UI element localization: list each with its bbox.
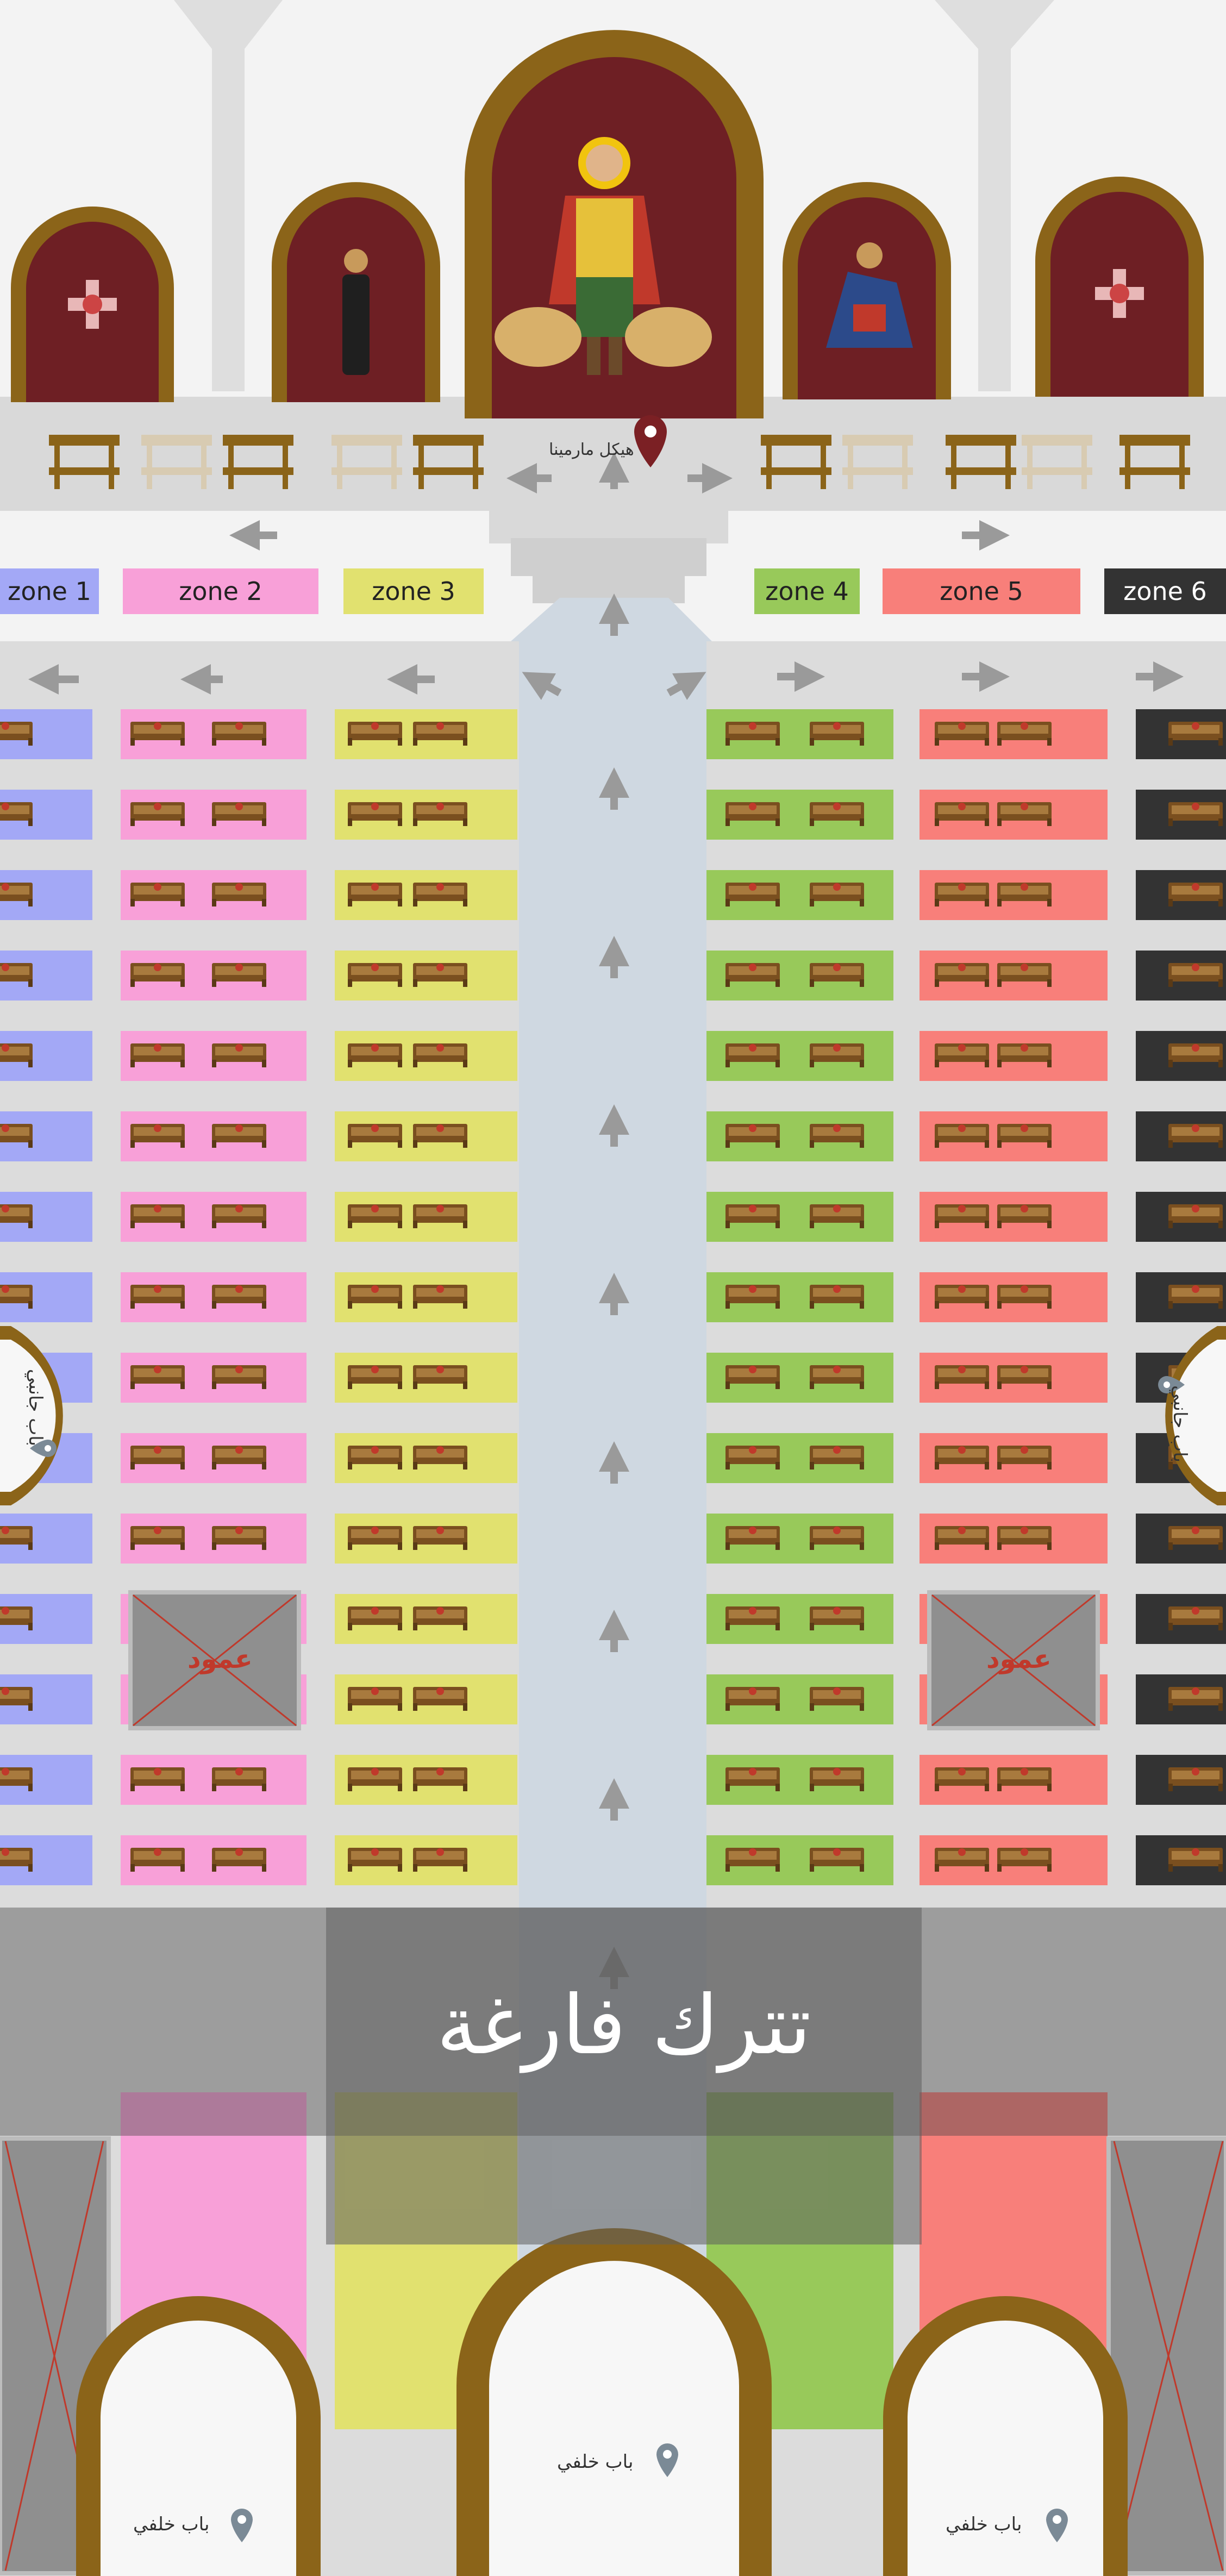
pillar-right-label: عمود (986, 1644, 1052, 1674)
back-door-center (456, 2228, 772, 2576)
altar-label: هيكل مارمينا (549, 440, 634, 459)
icon-arch-1 (11, 207, 174, 402)
back-door-right-label: باب خلفي (946, 2514, 1022, 2535)
back-door-center-label: باب خلفي (557, 2451, 634, 2473)
zone-label-6: zone 6 (1104, 568, 1226, 614)
zone-label-3: zone 3 (343, 568, 484, 614)
back-door-left-label: باب خلفي (133, 2514, 210, 2535)
zone-label-4: zone 4 (754, 568, 860, 614)
zone-label-5: zone 5 (883, 568, 1080, 614)
pillar-left-label: عمود (187, 1644, 253, 1674)
zone-label-2: zone 2 (123, 568, 318, 614)
zone-label-1: zone 1 (0, 568, 99, 614)
icon-arch-center (465, 30, 764, 419)
empty-rows-overlay (326, 1908, 922, 2244)
side-door-right-label: باب جانبي (1169, 1385, 1191, 1463)
side-door-left-label: باب جانبي (24, 1368, 47, 1447)
icon-arch-2 (272, 182, 440, 402)
icon-arch-4 (783, 182, 951, 399)
icon-arch-5 (1035, 177, 1204, 397)
saint-icon (342, 249, 370, 375)
empty-rows-label: تترك فارغة (436, 1978, 811, 2073)
